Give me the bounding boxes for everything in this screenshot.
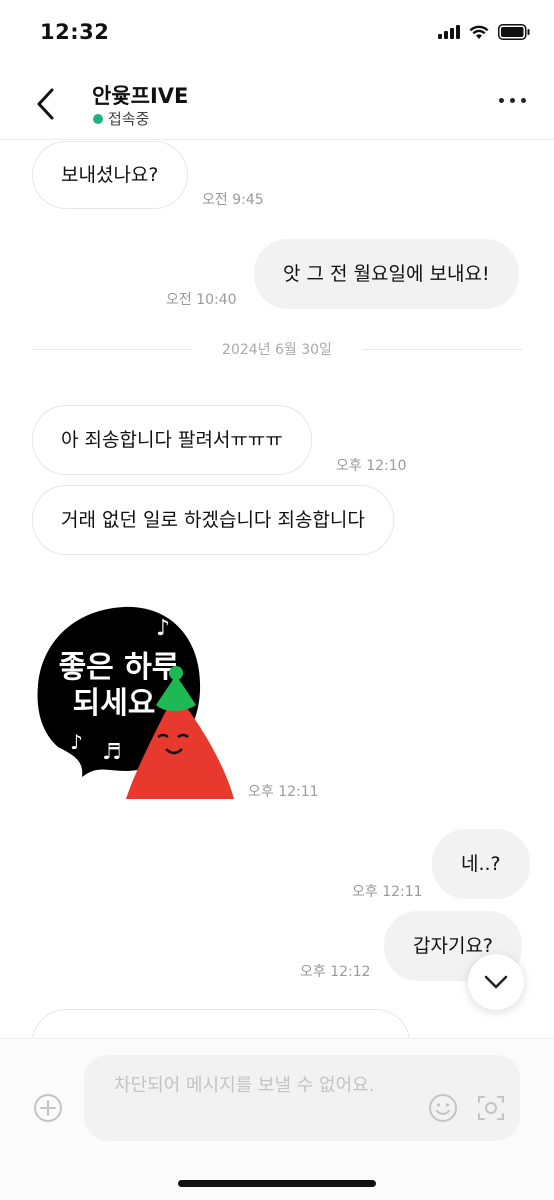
music-note-icon: ♪ [156, 616, 170, 641]
chevron-left-icon [37, 88, 54, 120]
message-timestamp: 오후 12:11 [248, 784, 319, 800]
online-dot-icon [93, 113, 103, 124]
message-timestamp: 오후 12:11 [352, 884, 423, 900]
camera-scan-icon [478, 1096, 504, 1120]
input-placeholder: 차단되어 메시지를 보낼 수 없어요. [114, 1075, 375, 1096]
smile-icon [429, 1094, 457, 1122]
plus-circle-icon [34, 1094, 62, 1122]
message-timestamp: 오전 10:40 [166, 292, 237, 308]
attach-button[interactable] [33, 1093, 63, 1123]
message-bubble[interactable]: 보내셨나요? [32, 141, 188, 209]
status-icons [438, 24, 530, 40]
scroll-to-bottom-button[interactable] [468, 954, 524, 1010]
music-note-icon: ♪ [70, 730, 83, 754]
home-indicator [178, 1180, 376, 1187]
more-horizontal-icon [499, 98, 504, 103]
camera-button[interactable] [476, 1093, 506, 1123]
message-input[interactable]: 차단되어 메시지를 보낼 수 없어요. [84, 1055, 520, 1141]
message-bubble-sent[interactable]: 앗 그 전 월요일에 보내요! [254, 239, 519, 309]
sticker-text-line1: 좋은 하루 [59, 650, 180, 685]
emoji-button[interactable] [428, 1093, 458, 1123]
battery-icon [498, 24, 530, 40]
chevron-down-icon [484, 975, 508, 989]
sticker-illustration: 좋은 하루 되세요 ♪ ♪ ♬ [37, 606, 234, 799]
back-button[interactable] [30, 84, 64, 124]
presence-label: 접속중 [108, 110, 150, 128]
message-bubble[interactable]: 아 죄송합니다 팔려서ㅠㅠㅠ [32, 405, 312, 475]
status-time: 12:32 [40, 20, 110, 44]
status-bar: 12:32 [0, 0, 554, 70]
chat-title[interactable]: 안윷프IVE [92, 80, 188, 110]
message-timestamp: 오전 9:45 [202, 192, 264, 208]
message-list[interactable]: 보내셨나요? 오전 9:45 앗 그 전 월요일에 보내요! 오전 10:40 … [0, 141, 554, 1038]
message-input-bar: 차단되어 메시지를 보낼 수 없어요. [0, 1038, 554, 1200]
music-note-icon: ♬ [102, 740, 122, 765]
presence-status: 접속중 [93, 108, 149, 129]
sticker-message[interactable]: 좋은 하루 되세요 ♪ ♪ ♬ [34, 599, 234, 799]
more-options-button[interactable] [499, 98, 526, 103]
signal-icon [438, 25, 460, 39]
sticker-text-line2: 되세요 [73, 686, 156, 721]
message-bubble-partial[interactable] [32, 1009, 410, 1038]
date-divider: 2024년 6월 30일 [32, 339, 522, 359]
message-bubble-sent[interactable]: 네..? [432, 829, 530, 899]
message-timestamp: 오후 12:12 [300, 964, 371, 980]
message-bubble[interactable]: 거래 없던 일로 하겠습니다 죄송합니다 [32, 485, 394, 555]
wifi-icon [469, 25, 489, 39]
message-timestamp: 오후 12:10 [336, 458, 407, 474]
chat-header: 안윷프IVE 접속중 [0, 70, 554, 140]
